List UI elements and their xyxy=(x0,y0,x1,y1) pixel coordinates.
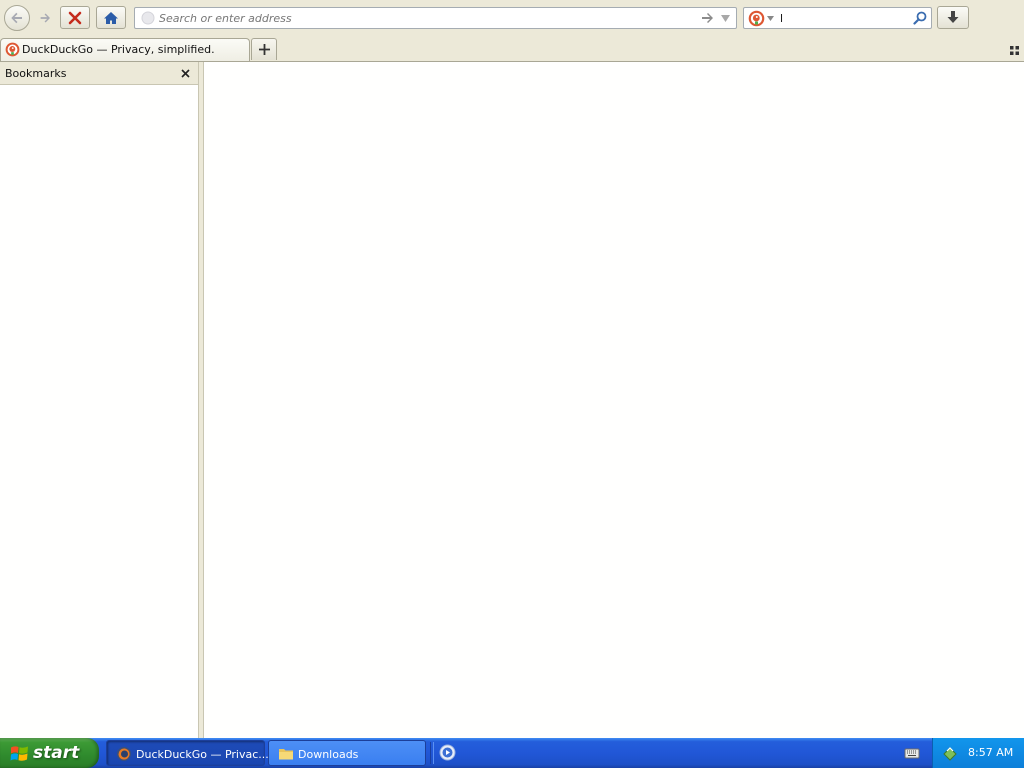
taskbar: start DuckDuckGo — Privac... Downloads 8… xyxy=(0,738,1024,768)
search-bar[interactable] xyxy=(743,7,932,29)
taskbar-item-downloads[interactable]: Downloads xyxy=(268,740,426,766)
tab-title: DuckDuckGo — Privacy, simplified. xyxy=(22,43,215,56)
download-arrow-icon xyxy=(947,11,959,23)
arrow-right-icon xyxy=(40,13,50,23)
forward-button[interactable] xyxy=(34,7,56,29)
page-globe-icon xyxy=(141,11,155,25)
tab-duckduckgo[interactable]: DuckDuckGo — Privacy, simplified. xyxy=(0,38,250,61)
firefox-icon xyxy=(117,747,131,761)
close-x-icon xyxy=(68,11,82,24)
taskbar-item-duckduckgo[interactable]: DuckDuckGo — Privac... xyxy=(106,740,269,766)
plus-icon xyxy=(258,44,270,55)
tab-strip: DuckDuckGo — Privacy, simplified. xyxy=(0,36,1024,62)
navigation-toolbar xyxy=(0,0,1024,36)
duckduckgo-icon xyxy=(5,42,20,57)
sidebar-close-button[interactable] xyxy=(178,66,192,80)
taskbar-item-label: DuckDuckGo — Privac... xyxy=(136,748,269,761)
search-input[interactable] xyxy=(780,9,908,27)
back-button[interactable] xyxy=(4,5,30,31)
start-button[interactable]: start xyxy=(0,738,99,768)
list-all-tabs-button[interactable] xyxy=(1008,44,1020,56)
duckduckgo-icon[interactable] xyxy=(748,10,765,27)
keyboard-icon[interactable] xyxy=(904,746,920,760)
arrow-left-icon xyxy=(11,12,22,24)
engine-dropdown-icon[interactable] xyxy=(767,16,774,21)
clock: 8:57 AM xyxy=(968,746,1014,759)
address-bar[interactable] xyxy=(134,7,737,29)
page-content-area[interactable] xyxy=(204,62,1024,738)
stop-button[interactable] xyxy=(60,6,90,29)
search-magnifier-icon[interactable] xyxy=(913,11,927,25)
downloads-button[interactable] xyxy=(937,6,969,29)
go-arrow-icon[interactable] xyxy=(701,12,714,24)
dropdown-triangle-icon[interactable] xyxy=(720,14,731,23)
address-input[interactable] xyxy=(159,9,689,27)
close-icon xyxy=(180,68,190,78)
grid-icon xyxy=(1009,45,1019,55)
start-label: start xyxy=(33,743,80,763)
back-forward-group xyxy=(4,5,56,31)
bookmarks-sidebar: Bookmarks xyxy=(0,62,198,738)
network-icon[interactable] xyxy=(942,745,958,761)
system-tray: 8:57 AM xyxy=(932,738,1024,768)
home-button[interactable] xyxy=(96,6,126,29)
sidebar-title: Bookmarks xyxy=(5,67,67,80)
home-icon xyxy=(104,11,118,24)
sidebar-header: Bookmarks xyxy=(0,62,198,85)
windows-logo-icon xyxy=(10,746,28,761)
new-tab-button[interactable] xyxy=(251,38,277,60)
media-player-icon[interactable] xyxy=(439,744,456,761)
quicklaunch-divider xyxy=(430,742,434,764)
folder-icon xyxy=(279,749,293,760)
taskbar-item-label: Downloads xyxy=(298,748,359,761)
